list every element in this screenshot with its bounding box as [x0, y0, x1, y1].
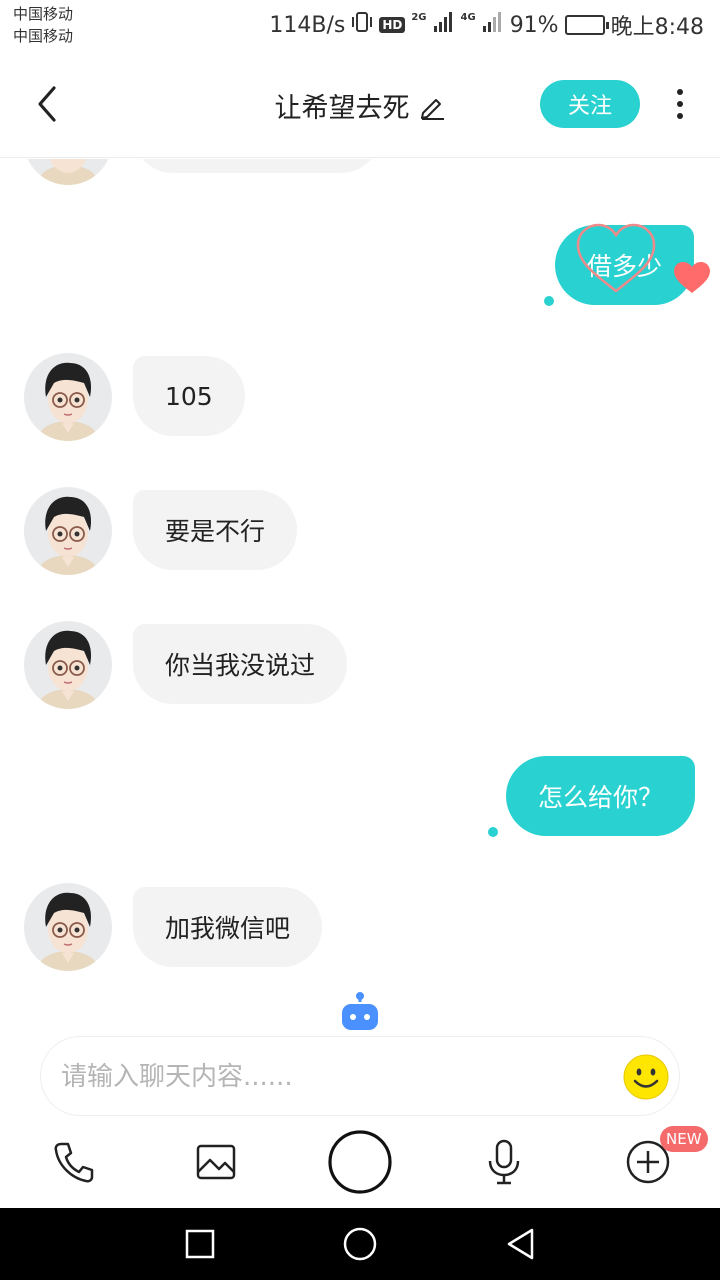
net-speed: 114B/s — [269, 12, 346, 38]
triangle-back-icon — [507, 1228, 534, 1260]
avatar[interactable] — [24, 883, 112, 971]
sent-indicator-dot — [544, 296, 554, 306]
record-button[interactable] — [326, 1128, 394, 1196]
clock: 晚上8:48 — [610, 15, 704, 40]
battery-icon — [564, 15, 609, 35]
message-input-box[interactable] — [40, 1036, 680, 1116]
message-input[interactable] — [61, 1055, 601, 1099]
status-indicators: 114B/s HD 2G 4G 91% 晚上8:48 — [269, 8, 704, 42]
robot-assistant-icon[interactable] — [338, 992, 382, 1032]
phone-icon — [54, 1142, 94, 1183]
image-icon — [196, 1144, 236, 1180]
hd-badge: HD — [379, 17, 406, 33]
status-bar: 中国移动 中国移动 114B/s HD 2G 4G 91% 晚上8:48 — [0, 0, 720, 52]
more-vertical-icon[interactable] — [664, 82, 696, 126]
send-image-button[interactable] — [184, 1130, 248, 1194]
record-circle-icon — [328, 1130, 392, 1194]
network-2g-label: 2G — [411, 11, 427, 23]
avatar[interactable] — [24, 621, 112, 709]
back-nav-button[interactable] — [502, 1226, 538, 1262]
battery-percent: 91% — [509, 12, 559, 38]
square-icon — [185, 1229, 215, 1259]
vibrate-icon — [351, 10, 373, 40]
heart-icon — [674, 262, 710, 293]
chat-header: 让希望去死 关注 — [0, 52, 720, 158]
voice-message-button[interactable] — [472, 1130, 536, 1194]
home-button[interactable] — [342, 1226, 378, 1262]
emoji-smile-icon[interactable] — [623, 1054, 669, 1100]
edit-pencil-icon[interactable] — [418, 92, 446, 120]
message-bubble-outgoing[interactable]: 怎么给你？ — [505, 756, 695, 836]
message-bubble-incoming[interactable]: 105 — [133, 356, 245, 436]
chat-message-list[interactable]: 借多少 105 要是不行 你当我没说过 怎么给你？ 加我微信吧 — [0, 159, 720, 989]
chat-title: 让希望去死 — [274, 93, 410, 124]
system-navigation-bar — [0, 1208, 720, 1280]
microphone-icon — [488, 1139, 520, 1185]
follow-button[interactable]: 关注 — [540, 80, 640, 128]
signal-icon — [433, 11, 455, 39]
carrier-label-1: 中国移动 — [13, 5, 74, 23]
recent-apps-button[interactable] — [182, 1226, 218, 1262]
heart-outline-icon — [576, 223, 656, 293]
circle-icon — [343, 1227, 377, 1261]
carrier-label-2: 中国移动 — [13, 27, 74, 45]
network-4g-label: 4G — [460, 11, 476, 23]
avatar[interactable] — [24, 353, 112, 441]
message-bubble-incoming[interactable]: 要是不行 — [133, 490, 298, 570]
avatar[interactable] — [24, 159, 112, 185]
new-badge: NEW — [660, 1126, 708, 1152]
signal-icon — [482, 11, 504, 39]
message-bubble-incoming[interactable]: 加我微信吧 — [133, 887, 323, 967]
message-bubble-incoming[interactable]: 你当我没说过 — [133, 624, 348, 704]
message-bubble-partial[interactable] — [133, 159, 381, 173]
voice-call-button[interactable] — [42, 1130, 106, 1194]
sent-indicator-dot — [488, 827, 498, 837]
avatar[interactable] — [24, 487, 112, 575]
